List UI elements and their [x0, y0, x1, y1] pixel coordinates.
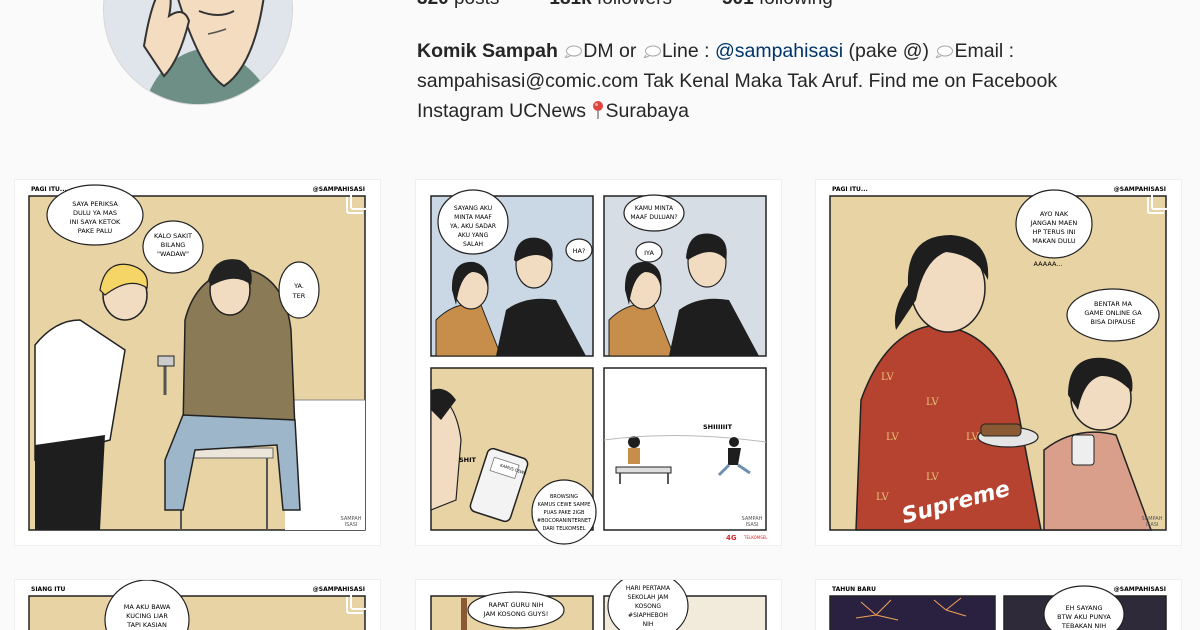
svg-text:LV: LV [876, 492, 889, 503]
svg-text:LV: LV [926, 397, 939, 408]
bio-email: sampahisasi@comic.com [417, 70, 639, 92]
profile-stats: 320 posts 181k followers 501 following [417, 0, 833, 10]
stat-followers-label: followers [597, 0, 672, 9]
comic-illustration: TAHUN BARU @SAMPAHISASI EH SAYANG BTW AKU… [829, 585, 1167, 630]
stat-followers-count: 181k [549, 0, 591, 9]
speech-bubble-text: RAPAT GURU NIH JAM KOSONG GUYS! [483, 601, 549, 618]
speech-bubble-icon [935, 45, 954, 58]
profile-avatar[interactable] [103, 0, 293, 105]
stat-followers[interactable]: 181k followers [549, 0, 672, 10]
speech-bubble-icon [564, 45, 583, 58]
stat-following[interactable]: 501 following [722, 0, 833, 10]
multiple-photos-icon [346, 592, 368, 614]
stat-posts-count: 320 [417, 0, 449, 9]
svg-text:LV: LV [881, 372, 894, 383]
post-tile[interactable]: PAGI ITU... @SAMPAHISASI SAYA PERIKSA DUL… [15, 180, 380, 545]
sponsor-name: TELKOMSEL [743, 535, 768, 540]
profile-name: Komik Sampah [417, 40, 558, 62]
bio-line: Line : [661, 40, 710, 62]
bio-location: Surabaya [605, 100, 689, 122]
multiple-photos-icon [346, 192, 368, 214]
stat-following-label: following [759, 0, 833, 9]
post-tile[interactable]: TAHUN BARU @SAMPAHISASI EH SAYANG BTW AKU… [816, 580, 1181, 630]
stat-following-count: 501 [722, 0, 754, 9]
comic-illustration: PAGI ITU... @SAMPAHISASI SAYA PERIKSA DUL… [28, 184, 366, 531]
svg-text:LV: LV [886, 432, 899, 443]
speech-bubble-text: AAAAA... [1033, 260, 1062, 268]
profile-bio: Komik Sampah DM or Line : @sampahisasi (… [417, 36, 1137, 126]
comic-caption: PAGI ITU... [832, 186, 868, 193]
speech-bubble-text: HA? [573, 247, 586, 255]
bio-mention-link[interactable]: @sampahisasi [715, 40, 843, 62]
speech-bubble-icon [643, 45, 661, 58]
sound-effect-text: SHIIIIIIT [703, 423, 733, 431]
post-tile[interactable]: RAPAT GURU NIH JAM KOSONG GUYS! HARI PERT… [416, 580, 781, 630]
comic-credit: @SAMPAHISASI [1114, 586, 1166, 593]
multiple-photos-icon [1147, 192, 1169, 214]
post-tile[interactable]: SIANG ITU @SAMPAHISASI MA AKU BAWA KUCING… [15, 580, 380, 630]
bio-pake: (pake @) [848, 40, 930, 62]
bio-dm: DM or [583, 40, 637, 62]
post-tile[interactable]: PAGI ITU... @SAMPAHISASI LV LV LV LV LV LV Su… [816, 180, 1181, 545]
comic-illustration: PAGI ITU... @SAMPAHISASI LVLVLV LVLVLV Su… [829, 186, 1167, 531]
avatar-illustration [104, 0, 292, 104]
comic-illustration: RAPAT GURU NIH JAM KOSONG GUYS! HARI PERT… [430, 580, 767, 630]
speech-bubble-text: IYA [644, 249, 654, 257]
bio-email-label: Email : [954, 40, 1015, 62]
svg-text:LV: LV [926, 472, 939, 483]
location-pin-icon [593, 101, 604, 119]
comic-caption: SIANG ITU [31, 586, 66, 593]
stat-posts-label: posts [454, 0, 499, 9]
speech-bubble-text: MA AKU BAWA KUCING LIAR TAPI KASIAN [124, 603, 171, 629]
comic-caption: PAGI ITU... [31, 186, 67, 193]
sponsor-logo: 4G [726, 534, 737, 542]
post-tile[interactable]: KAMUS CEWE SAYANG AKU MINTA MAAF YA, AKU S… [416, 180, 781, 545]
stat-posts[interactable]: 320 posts [417, 0, 499, 10]
comic-illustration: KAMUS CEWE SAYANG AKU MINTA MAAF YA, AKU S… [430, 189, 768, 545]
comic-illustration: SIANG ITU @SAMPAHISASI MA AKU BAWA KUCING… [28, 580, 366, 630]
comic-caption: TAHUN BARU [832, 586, 876, 593]
sound-effect-text: SHIT [459, 456, 477, 464]
